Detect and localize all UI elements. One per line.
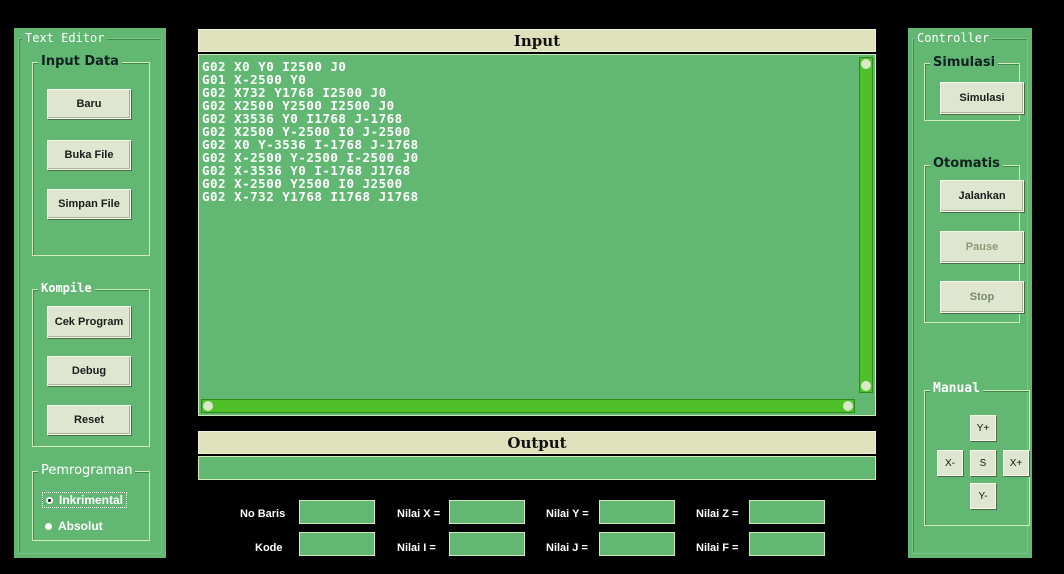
no-baris-label: No Baris [240,508,286,520]
scroll-up-icon[interactable] [861,59,871,69]
kode-label: Kode [255,542,283,554]
x-minus-button[interactable]: X- [937,450,963,476]
radio-absolut[interactable]: Absolut [42,519,106,533]
nilai-z-field[interactable] [749,500,825,524]
code-line: G02 X-732 Y1768 I1768 J1768 [202,189,419,204]
scroll-right-icon[interactable] [843,401,853,411]
kompile-title: Kompile [38,281,95,295]
simpan-file-button[interactable]: Simpan File [47,189,131,219]
input-data-title: Input Data [38,54,122,69]
stop-button[interactable]: Stop [940,281,1024,313]
x-plus-button[interactable]: X+ [1003,450,1029,476]
scroll-down-icon[interactable] [861,381,871,391]
radio-inkrimental-label: Inkrimental [59,493,124,507]
input-textarea[interactable]: G02 X0 Y0 I2500 J0 G01 X-2500 Y0 G02 X732 … [198,54,876,416]
baru-button[interactable]: Baru [47,89,131,119]
debug-button[interactable]: Debug [47,356,131,386]
output-field[interactable] [198,456,876,480]
reset-button[interactable]: Reset [47,405,131,435]
y-plus-button[interactable]: Y+ [970,415,996,441]
radio-inkrimental[interactable]: Inkrimental [42,492,128,508]
radio-absolut-label: Absolut [58,519,103,533]
scroll-left-icon[interactable] [203,401,213,411]
s-button[interactable]: S [970,450,996,476]
text-editor-title: Text Editor [22,31,108,45]
nilai-x-field[interactable] [449,500,525,524]
nilai-y-field[interactable] [599,500,675,524]
nilai-j-label: Nilai J = [546,542,588,554]
no-baris-field[interactable] [299,500,375,524]
input-header: Input [198,29,876,52]
nilai-y-label: Nilai Y = [546,508,589,520]
nilai-x-label: Nilai X = [397,508,441,520]
output-header: Output [198,431,876,454]
nilai-f-label: Nilai F = [696,542,739,554]
buka-file-button[interactable]: Buka File [47,140,131,170]
pemrograman-title: Pemrograman [38,463,136,478]
nilai-z-label: Nilai Z = [696,508,739,520]
output-title: Output [507,433,567,452]
nilai-i-label: Nilai I = [397,542,436,554]
simulasi-title: Simulasi [930,55,999,70]
controller-title: Controller [914,31,993,45]
input-title: Input [513,31,561,50]
jalankan-button[interactable]: Jalankan [940,180,1024,212]
cek-program-button[interactable]: Cek Program [47,306,131,338]
nilai-j-field[interactable] [599,532,675,556]
radio-unselected-icon [45,522,52,530]
nilai-f-field[interactable] [749,532,825,556]
manual-title: Manual [930,381,983,396]
y-minus-button[interactable]: Y- [970,483,996,509]
horizontal-scrollbar[interactable] [201,399,855,413]
nilai-i-field[interactable] [449,532,525,556]
simulasi-button[interactable]: Simulasi [940,82,1024,114]
pause-button[interactable]: Pause [940,231,1024,263]
kode-field[interactable] [299,532,375,556]
otomatis-title: Otomatis [930,156,1003,171]
vertical-scrollbar[interactable] [859,57,873,393]
input-code: G02 X0 Y0 I2500 J0 G01 X-2500 Y0 G02 X732 … [202,60,419,203]
radio-selected-icon [46,496,53,504]
